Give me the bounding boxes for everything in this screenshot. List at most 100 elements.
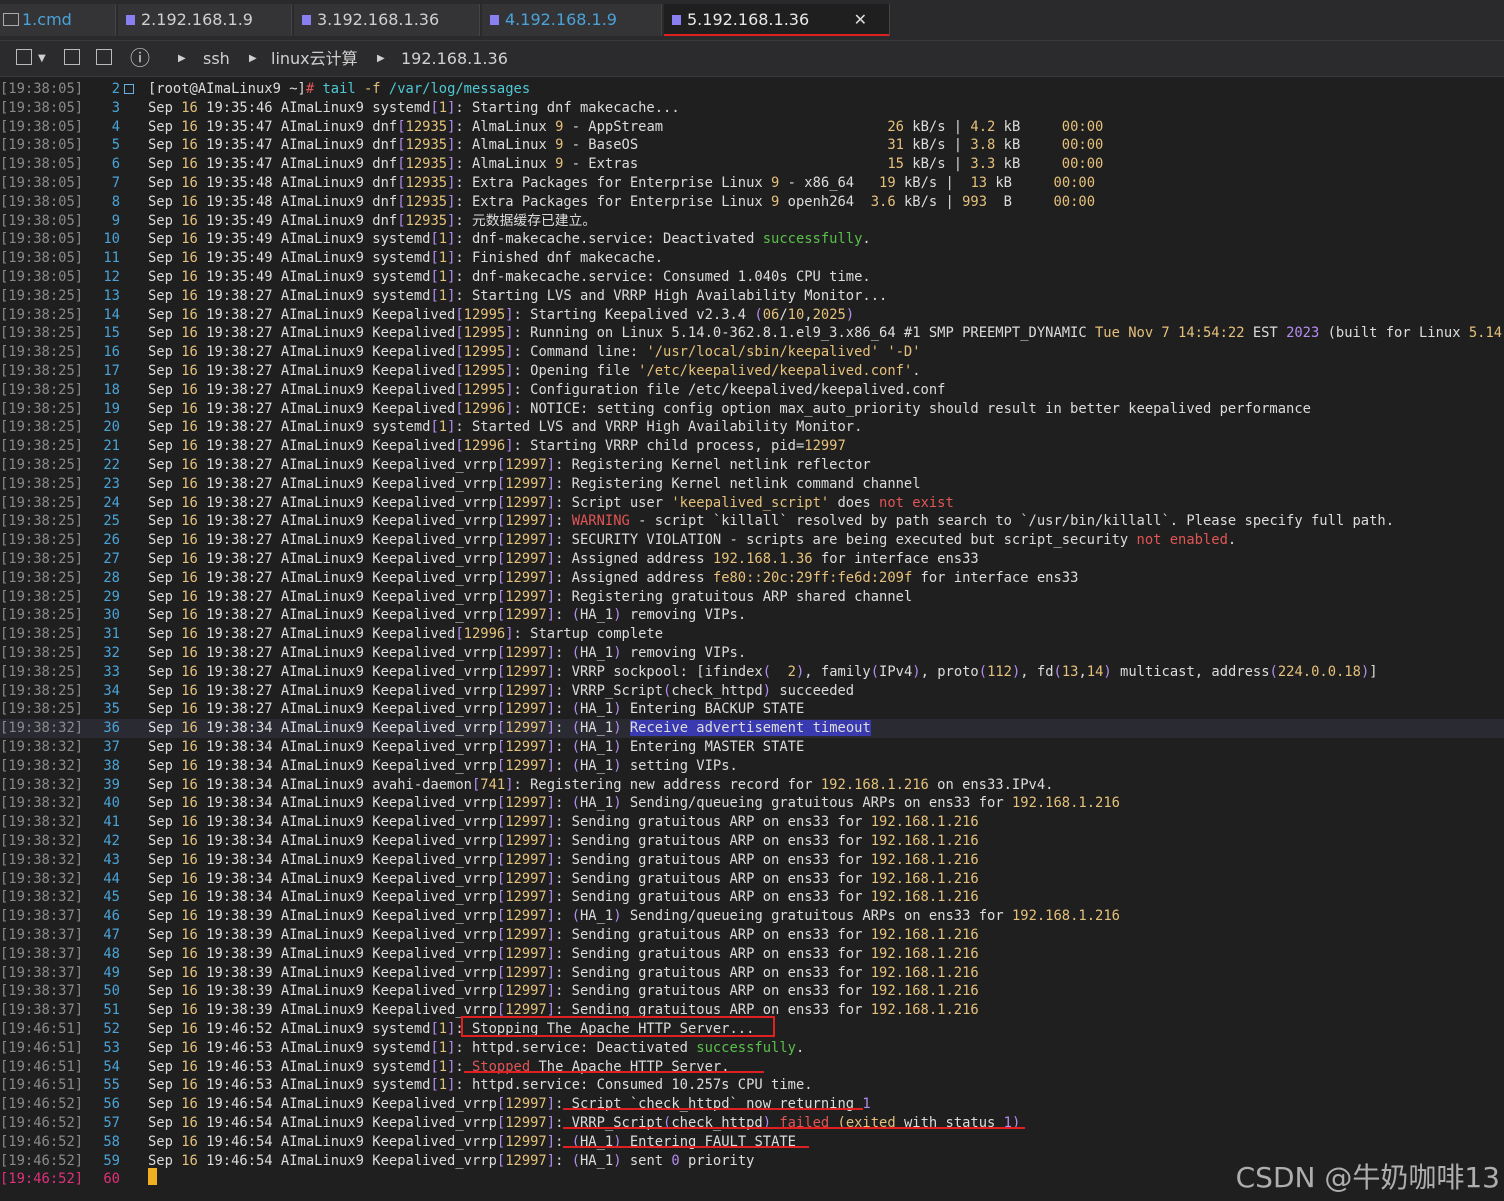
line-segment: 12997 — [505, 1096, 547, 1113]
terminal-line: [19:38:37] 49 Sep 16 19:38:39 AImaLinux9 K… — [0, 964, 1504, 983]
line-number: 38 — [103, 757, 120, 774]
line-segment: ( — [571, 645, 580, 661]
line-segment: 16 — [181, 551, 207, 567]
terminal-line: [19:46:52] 58 Sep 16 19:46:54 AImaLinux9 K… — [0, 1133, 1504, 1152]
line-segment: 00:00 — [1061, 137, 1104, 154]
terminal-line: [19:38:05] 5 Sep 16 19:35:47 AImaLinux9 dn… — [0, 136, 1504, 155]
line-segment: 12997 — [505, 475, 547, 492]
line-segment: 1 — [438, 419, 448, 436]
line-segment: : AlmaLinux — [455, 137, 556, 154]
fold-icon[interactable] — [124, 84, 134, 94]
line-segment: : Starting Keepalived v2.3.4 — [513, 306, 755, 323]
line-segment: 12935 — [405, 118, 448, 135]
breadcrumb-group[interactable]: linux云计算 — [271, 41, 358, 76]
breadcrumb-ssh[interactable]: ssh — [203, 41, 230, 76]
line-segment: [ — [496, 945, 506, 962]
line-segment: 12997 — [505, 814, 547, 831]
line-segment: B — [987, 193, 1054, 210]
terminal-line: [19:38:25] 16 Sep 16 19:38:27 AImaLinux9 K… — [0, 343, 1504, 362]
tab-2[interactable]: 2.192.168.1.9 — [118, 4, 292, 36]
line-segment: priority — [679, 1152, 755, 1169]
line-segment: Entering MASTER STATE — [621, 739, 805, 755]
line-segment: : VRRP_Script — [555, 682, 664, 699]
line-segment: [ — [397, 212, 406, 229]
line-segment: sent — [621, 1152, 672, 1169]
line-segment: Sep — [148, 1002, 182, 1019]
split-icon[interactable] — [96, 49, 112, 65]
line-number: 6 — [111, 156, 120, 173]
terminal-line: [19:38:32] 45 Sep 16 19:38:34 AImaLinux9 K… — [0, 888, 1504, 907]
line-segment: : — [555, 908, 572, 925]
line-segment: Sep — [148, 889, 182, 906]
line-text: Sep 16 19:35:46 AImaLinux9 systemd[1]: S… — [148, 99, 680, 118]
line-segment: ] — [546, 682, 556, 699]
new-session-icon[interactable] — [16, 49, 32, 65]
info-icon[interactable]: ⓘ — [130, 41, 150, 76]
line-segment: 14 — [1086, 663, 1104, 680]
line-segment: 16 — [181, 1152, 207, 1169]
line-segment: kB — [987, 175, 1054, 191]
line-segment: [ — [430, 231, 439, 248]
line-segment: ] — [505, 325, 514, 342]
line-segment: 1 — [438, 1039, 448, 1056]
line-text: Sep 16 19:38:27 AImaLinux9 Keepalived[12… — [148, 625, 663, 644]
close-icon[interactable]: ✕ — [854, 4, 867, 36]
line-segment: 1 — [438, 1058, 448, 1075]
line-number: 46 — [103, 908, 120, 925]
line-segment: 16 — [181, 1115, 207, 1131]
line-segment: Sep — [148, 532, 182, 549]
tab-3[interactable]: 3.192.168.1.36 — [294, 4, 480, 36]
line-segment: 16 — [181, 400, 207, 417]
line-number: 41 — [103, 814, 120, 831]
line-timestamp: [19:46:52] — [0, 1115, 84, 1131]
line-timestamp: [19:38:05] — [0, 231, 84, 248]
line-text: Sep 16 19:46:54 AImaLinux9 Keepalived_vr… — [148, 1095, 871, 1114]
line-segment: 19:38:27 AImaLinux9 Keepalived_vrrp — [206, 607, 497, 624]
line-segment: 192.168.1.216 — [870, 983, 979, 1000]
tab-5-active[interactable]: 5.192.168.1.36 ✕ — [664, 4, 890, 36]
line-segment: : Assigned address — [555, 569, 713, 586]
line-number: 44 — [103, 870, 120, 887]
line-segment: 224.0.0.18 — [1277, 663, 1361, 680]
detach-icon[interactable] — [64, 49, 80, 65]
line-segment: ] — [505, 381, 514, 398]
breadcrumb-host[interactable]: 192.168.1.36 — [401, 41, 508, 76]
line-segment: : NOTICE: setting config option max_auto… — [513, 400, 1311, 417]
line-segment: 00:00 — [1061, 156, 1104, 173]
line-segment: 19:38:34 AImaLinux9 Keepalived_vrrp — [206, 851, 497, 868]
terminal-line: [19:38:05] 7 Sep 16 19:35:48 AImaLinux9 dn… — [0, 174, 1504, 193]
tab-label: 4.192.168.1.9 — [505, 10, 617, 29]
line-segment: 112 — [987, 663, 1012, 680]
line-number: 9 — [111, 212, 120, 229]
line-segment: : — [555, 607, 572, 624]
line-segment: kB — [995, 118, 1062, 135]
line-timestamp: [19:38:05] — [0, 193, 84, 210]
line-number: 10 — [103, 231, 120, 248]
line-segment: ] — [546, 908, 556, 925]
line-segment: : Sending gratuitous ARP on ens33 for — [555, 870, 871, 887]
line-segment: Sending/queueing gratuitous ARPs on ens3… — [621, 795, 1012, 812]
line-number: 56 — [103, 1096, 120, 1113]
line-segment: 19:38:27 AImaLinux9 Keepalived — [206, 363, 456, 379]
line-segment: WARNING — [571, 513, 630, 530]
dropdown-icon[interactable]: ▼ — [38, 41, 46, 76]
terminal-output[interactable]: [19:38:05] 2 [root@AImaLinux9 ~]# tail -f … — [0, 77, 1504, 1201]
line-segment: Sep — [148, 306, 182, 323]
line-segment: 16 — [181, 475, 207, 492]
line-segment: ] — [546, 663, 556, 680]
line-segment: Sep — [148, 344, 182, 361]
line-text: Sep 16 19:38:27 AImaLinux9 Keepalived_vr… — [148, 475, 921, 494]
line-segment: 19:38:34 AImaLinux9 Keepalived_vrrp — [206, 795, 497, 812]
breadcrumb-sep-icon: ▶ — [178, 53, 186, 64]
line-segment: 19:35:47 AImaLinux9 dnf — [206, 118, 398, 135]
line-segment: : Sending gratuitous ARP on ens33 for — [555, 889, 871, 906]
line-segment: openh264 — [779, 193, 871, 210]
line-text: Sep 16 19:35:48 AImaLinux9 dnf[12935]: E… — [148, 193, 1095, 212]
line-number: 50 — [103, 983, 120, 1000]
tab-1-cmd[interactable]: 1.cmd — [0, 4, 116, 36]
line-segment: 12997 — [505, 494, 547, 511]
line-segment: : — [555, 513, 572, 530]
line-segment: Sep — [148, 287, 182, 304]
active-tab-indicator — [664, 34, 889, 36]
tab-4[interactable]: 4.192.168.1.9 — [482, 4, 662, 36]
